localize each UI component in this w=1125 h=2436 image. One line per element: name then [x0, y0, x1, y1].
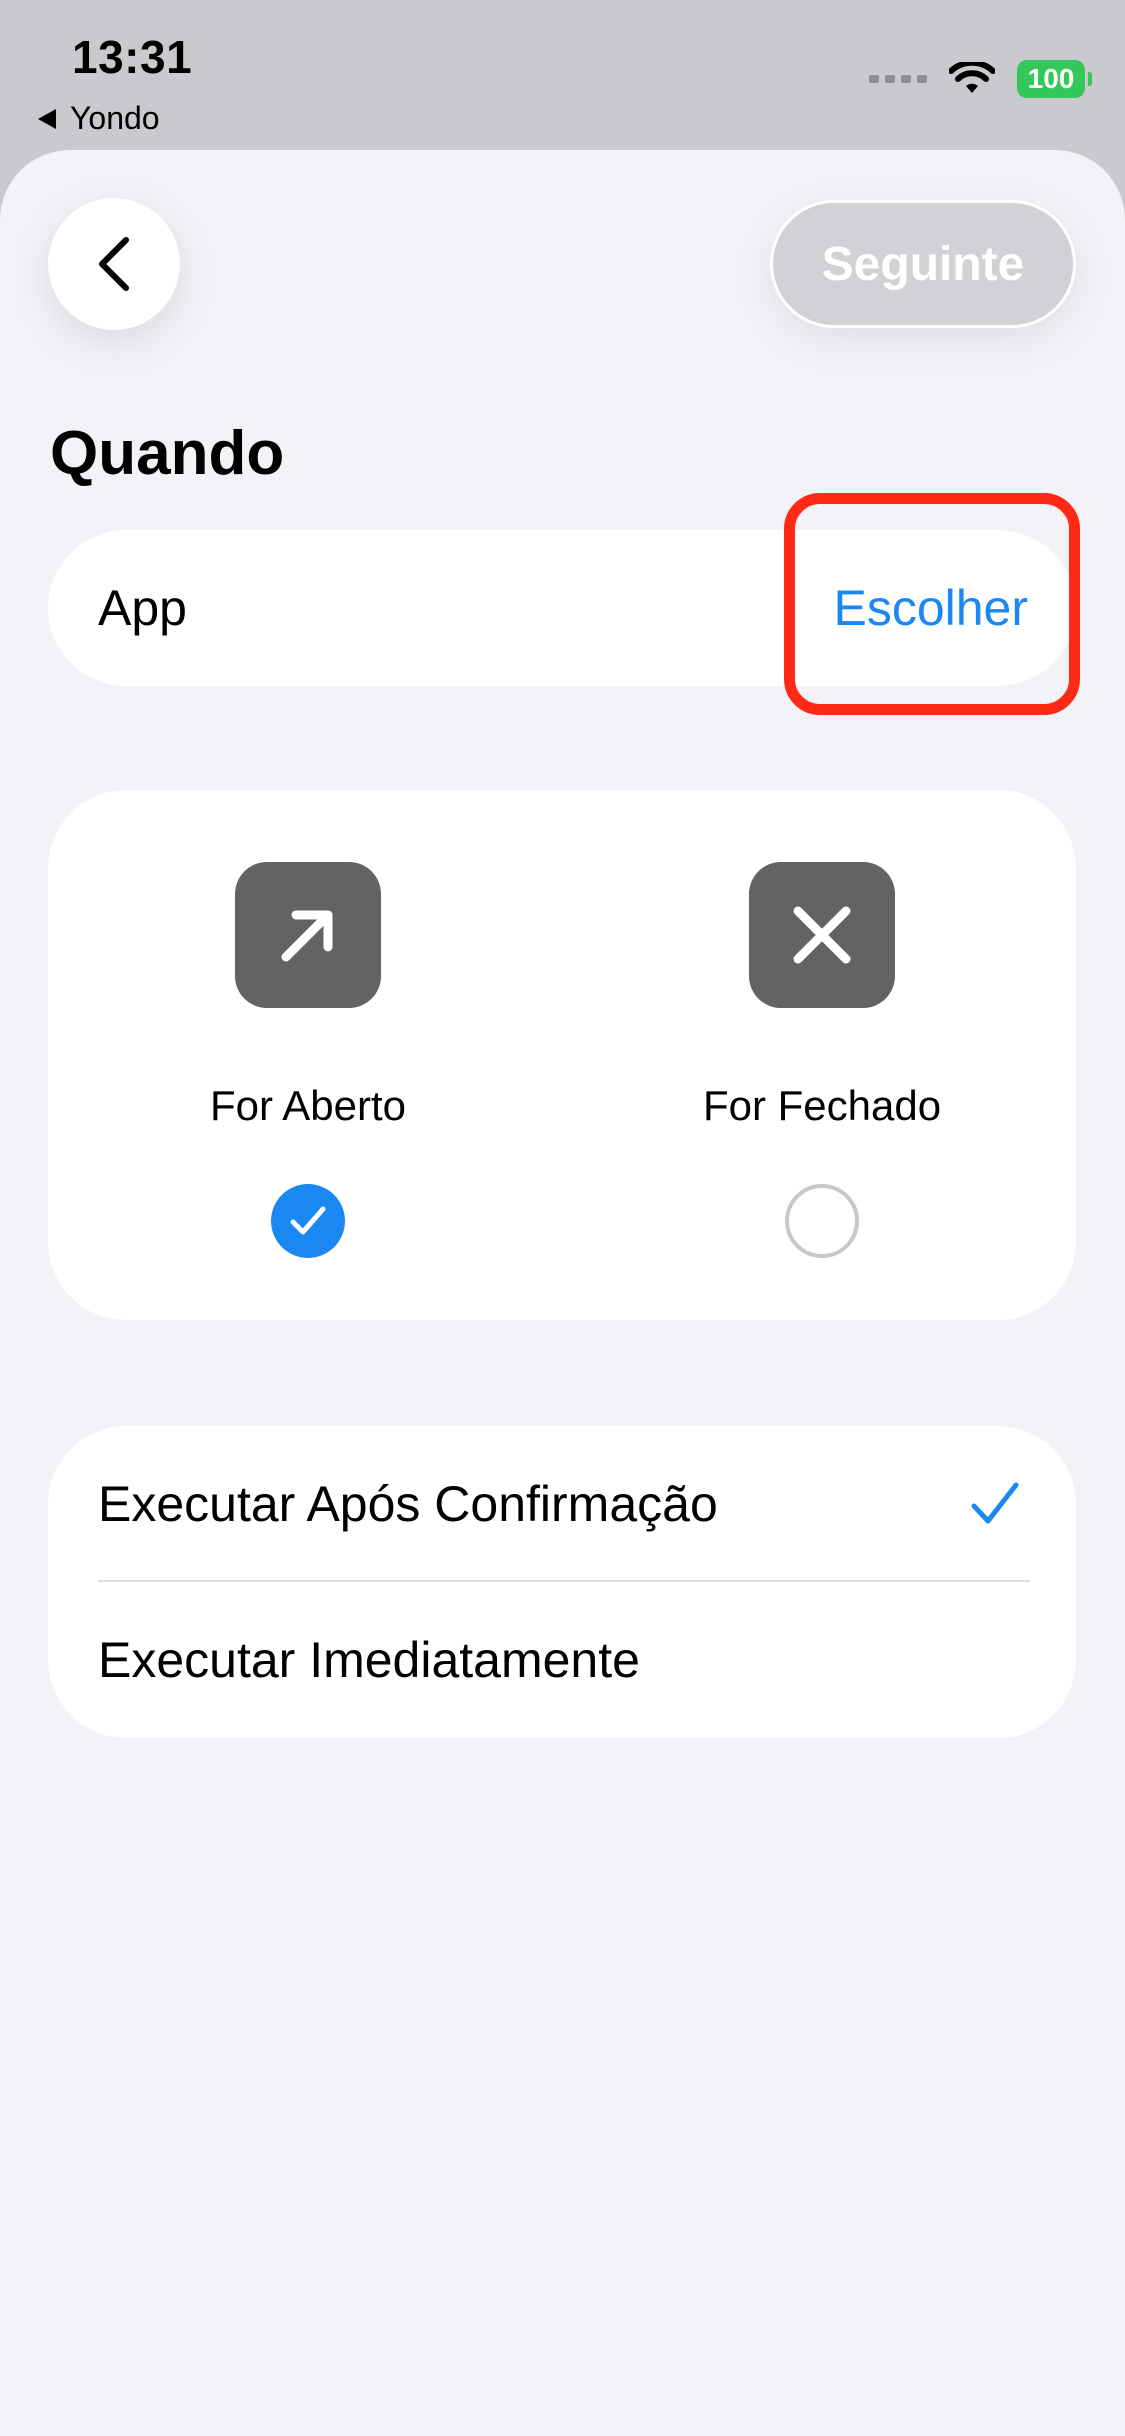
- automation-sheet: Seguinte Quando App Escolher For Aberto: [0, 150, 1125, 2436]
- option-is-closed[interactable]: For Fechado: [622, 790, 1022, 1320]
- checkmark-icon: [290, 1206, 326, 1235]
- radio-selected[interactable]: [271, 1184, 345, 1258]
- wifi-icon: [949, 62, 995, 93]
- chevron-left-icon: [99, 237, 129, 291]
- execution-option-after-confirmation[interactable]: Executar Após Confirmação: [48, 1426, 1076, 1582]
- back-button[interactable]: [48, 198, 180, 330]
- execution-option-immediately[interactable]: Executar Imediatamente: [48, 1582, 1076, 1738]
- back-to-app-link[interactable]: Yondo: [38, 100, 160, 137]
- choose-app-button[interactable]: Escolher: [833, 579, 1028, 637]
- back-triangle-icon: [38, 108, 56, 129]
- checkmark-icon: [971, 1482, 1019, 1524]
- status-bar: 13:31 Yondo 100: [0, 0, 1125, 150]
- section-title: Quando: [50, 419, 285, 488]
- execution-option-label: Executar Após Confirmação: [98, 1476, 718, 1532]
- x-mark-icon: [749, 862, 895, 1008]
- status-indicators: 100: [869, 60, 1092, 98]
- status-time: 13:31: [72, 31, 193, 83]
- option-is-opened[interactable]: For Aberto: [108, 790, 508, 1320]
- arrow-up-right-icon: [235, 862, 381, 1008]
- option-label: For Fechado: [702, 1082, 942, 1129]
- execution-option-label: Executar Imediatamente: [98, 1632, 640, 1688]
- execution-mode-card: Executar Após Confirmação Executar Imedi…: [48, 1426, 1076, 1738]
- app-state-card: For Aberto For Fechado: [48, 790, 1076, 1320]
- option-label: For Aberto: [209, 1082, 407, 1129]
- battery-indicator: 100: [1017, 60, 1092, 98]
- cellular-signal-icon: [869, 75, 927, 83]
- app-row-label: App: [98, 580, 187, 636]
- back-to-app-label: Yondo: [70, 100, 160, 136]
- radio-unselected[interactable]: [785, 1184, 859, 1258]
- app-row: App Escolher: [48, 530, 1076, 686]
- next-button[interactable]: Seguinte: [770, 200, 1076, 328]
